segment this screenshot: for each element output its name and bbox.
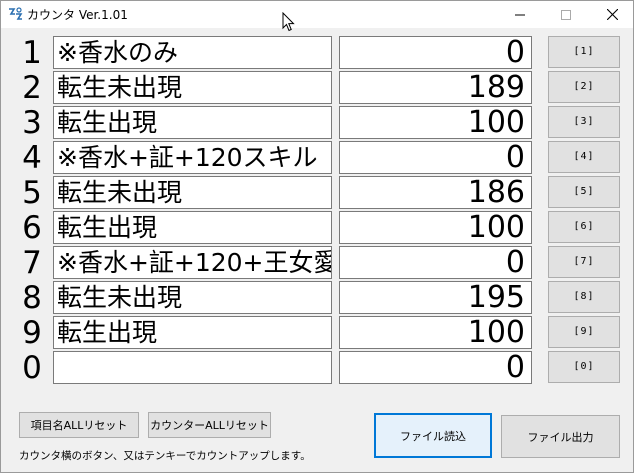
counter-value-field[interactable]: 186 (339, 176, 532, 209)
counter-value-field[interactable]: 100 (339, 211, 532, 244)
count-up-button-7[interactable]: [7] (548, 246, 620, 278)
counter-value-field[interactable]: 100 (339, 316, 532, 349)
row-number: 6 (22, 210, 42, 246)
item-name-field[interactable]: 転生出現 (53, 106, 332, 139)
item-name-field[interactable]: ※香水+証+120スキル (53, 141, 332, 174)
counter-value-field[interactable]: 189 (339, 71, 532, 104)
close-button[interactable] (589, 1, 634, 28)
counter-value-field[interactable]: 100 (339, 106, 532, 139)
row-number: 1 (22, 35, 42, 71)
maximize-button[interactable] (543, 1, 589, 28)
row-number: 7 (22, 245, 42, 281)
count-up-button-9[interactable]: [9] (548, 316, 620, 348)
title-bar[interactable]: カウンタ Ver.1.01 (1, 1, 633, 28)
counter-value-field[interactable]: 0 (339, 246, 532, 279)
count-up-button-0[interactable]: [0] (548, 351, 620, 383)
minimize-icon (515, 14, 525, 15)
item-name-field[interactable] (53, 351, 332, 384)
row-number: 4 (22, 140, 42, 176)
row-number: 9 (22, 315, 42, 351)
item-name-field[interactable]: ※香水のみ (53, 36, 332, 69)
minimize-button[interactable] (497, 1, 543, 28)
item-name-field[interactable]: 転生未出現 (53, 71, 332, 104)
count-up-button-4[interactable]: [4] (548, 141, 620, 173)
row-number: 5 (22, 175, 42, 211)
reset-all-names-button[interactable]: 項目名ALLリセット (19, 412, 139, 438)
item-name-field[interactable]: ※香水+証+120+王女愛 (53, 246, 332, 279)
count-up-button-8[interactable]: [8] (548, 281, 620, 313)
item-name-field[interactable]: 転生未出現 (53, 281, 332, 314)
maximize-icon (561, 9, 571, 20)
count-up-button-6[interactable]: [6] (548, 211, 620, 243)
close-icon (606, 9, 618, 20)
app-icon (9, 7, 23, 20)
count-up-button-1[interactable]: [1] (548, 36, 620, 68)
save-file-button[interactable]: ファイル出力 (501, 415, 620, 458)
item-name-field[interactable]: 転生出現 (53, 211, 332, 244)
usage-hint: カウンタ横のボタン、又はテンキーでカウントアップします。 (19, 450, 311, 462)
window-title: カウンタ Ver.1.01 (27, 8, 128, 22)
item-name-field[interactable]: 転生出現 (53, 316, 332, 349)
counter-value-field[interactable]: 195 (339, 281, 532, 314)
row-number: 0 (22, 350, 42, 386)
row-number: 2 (22, 70, 42, 106)
item-name-field[interactable]: 転生未出現 (53, 176, 332, 209)
counter-value-field[interactable]: 0 (339, 351, 532, 384)
reset-all-counters-button[interactable]: カウンターALLリセット (148, 412, 271, 438)
counter-value-field[interactable]: 0 (339, 141, 532, 174)
counter-value-field[interactable]: 0 (339, 36, 532, 69)
count-up-button-2[interactable]: [2] (548, 71, 620, 103)
row-number: 8 (22, 280, 42, 316)
row-number: 3 (22, 105, 42, 141)
count-up-button-5[interactable]: [5] (548, 176, 620, 208)
count-up-button-3[interactable]: [3] (548, 106, 620, 138)
mouse-cursor-icon (282, 12, 295, 32)
app-window: カウンタ Ver.1.01 1 ※香水のみ 0 [1] 2 転生未出現 189 … (0, 0, 634, 473)
load-file-button[interactable]: ファイル読込 (374, 413, 492, 458)
